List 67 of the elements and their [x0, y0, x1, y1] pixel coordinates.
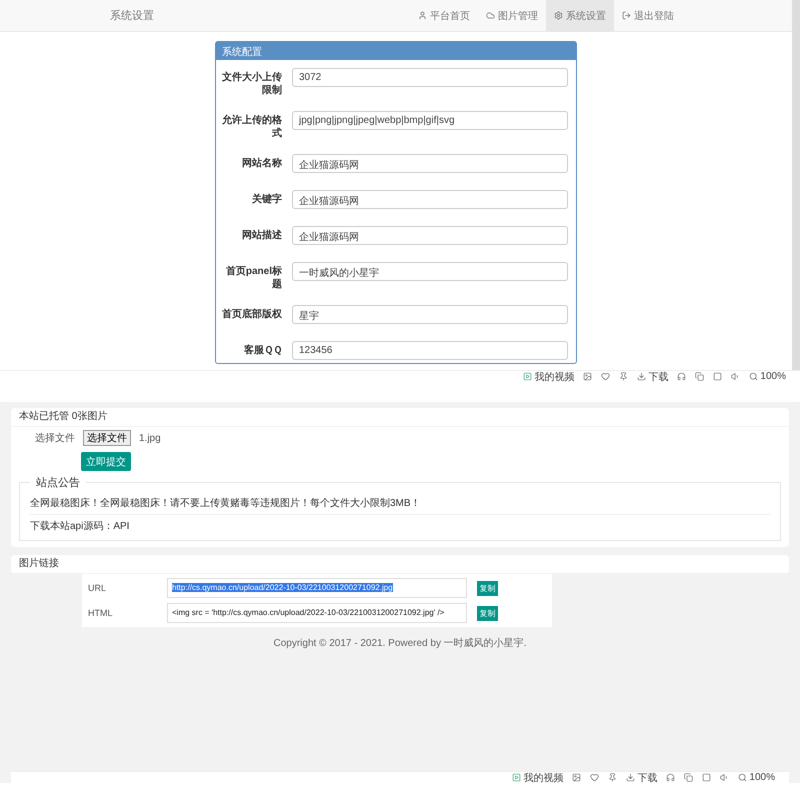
- input-field[interactable]: 企业猫源码网: [292, 190, 568, 209]
- navbar-brand: 系统设置: [110, 8, 155, 23]
- input-field[interactable]: 123456: [292, 341, 568, 360]
- nav-link[interactable]: 平台首页: [410, 0, 478, 32]
- copy-button[interactable]: 复制: [477, 580, 498, 596]
- pin-icon[interactable]: [619, 372, 628, 381]
- status-bar-label[interactable]: 下载: [648, 370, 668, 384]
- field-label: 文件大小上传限制: [221, 70, 282, 97]
- video-icon[interactable]: [523, 372, 532, 381]
- copy-icon[interactable]: [695, 372, 704, 381]
- status-bar-label[interactable]: 100%: [760, 371, 786, 382]
- settings-icon: [554, 11, 563, 20]
- card-title: 本站已托管 0张图片: [11, 408, 789, 427]
- zoom-icon[interactable]: [738, 773, 748, 782]
- zoom-icon[interactable]: [749, 372, 758, 381]
- field-label: 选择文件: [35, 432, 75, 445]
- input-field[interactable]: 企业猫源码网: [292, 226, 568, 245]
- field-label: 允许上传的格式: [221, 114, 282, 140]
- status-bar-label[interactable]: 我的视频: [523, 770, 564, 784]
- video-icon[interactable]: [512, 773, 522, 782]
- window-icon[interactable]: [702, 773, 712, 782]
- heart-icon[interactable]: [601, 372, 610, 381]
- field-label: 网站描述: [241, 228, 282, 242]
- copy-icon[interactable]: [684, 773, 694, 782]
- field-label: 网站名称: [241, 156, 282, 170]
- headphones-icon[interactable]: [666, 773, 676, 782]
- cloud-icon: [486, 11, 495, 20]
- nav-link[interactable]: 退出登陆: [614, 0, 682, 32]
- copy-button[interactable]: 复制: [477, 606, 498, 620]
- status-bar-label[interactable]: 我的视频: [534, 370, 574, 384]
- nav-link[interactable]: 系统设置: [546, 0, 614, 32]
- choose-file-button[interactable]: 选择文件: [83, 430, 131, 446]
- input-field[interactable]: 3072: [292, 68, 568, 87]
- input-field[interactable]: 企业猫源码网: [292, 154, 568, 173]
- user-icon: [418, 11, 427, 20]
- field-label: 客服ＱＱ: [243, 343, 282, 357]
- download-icon[interactable]: [626, 773, 636, 782]
- pin-icon[interactable]: [608, 773, 618, 782]
- file-name: 1.jpg: [139, 432, 161, 444]
- link-field[interactable]: <img src = 'http://cs.qymao.cn/upload/2022-10-03/2210031200271092.jpg' />: [167, 603, 467, 623]
- link-field[interactable]: http://cs.qymao.cn/upload/2022-10-03/2210031200271092.jpg: [167, 578, 467, 598]
- status-bar-label[interactable]: 100%: [749, 772, 775, 783]
- panel-title: 系统配置: [216, 42, 576, 60]
- status-bar-label[interactable]: 下载: [637, 770, 658, 784]
- submit-button[interactable]: 立即提交: [81, 452, 131, 471]
- field-label: 关键字: [251, 192, 282, 206]
- speaker-icon[interactable]: [731, 372, 740, 381]
- input-field[interactable]: 一时威风的小星宇: [292, 262, 568, 281]
- link-label: URL: [87, 583, 108, 593]
- heart-icon[interactable]: [590, 773, 600, 782]
- link-label: HTML: [87, 608, 114, 618]
- notice-text: 下载本站api源码：API: [30, 514, 770, 537]
- headphones-icon[interactable]: [677, 372, 686, 381]
- field-label: 首页panel标题: [224, 264, 282, 291]
- speaker-icon[interactable]: [720, 773, 730, 782]
- field-label: 首页底部版权: [221, 307, 282, 321]
- input-field[interactable]: 星宇: [292, 305, 568, 324]
- image-icon[interactable]: [583, 372, 592, 381]
- download-icon[interactable]: [637, 372, 646, 381]
- notice-text: 全网最稳图床！全网最稳图床！请不要上传黄赌毒等违规图片！每个文件大小限制3MB！: [30, 496, 422, 511]
- nav-link[interactable]: 图片管理: [478, 0, 546, 32]
- window-icon[interactable]: [713, 372, 722, 381]
- footer-text: Copyright © 2017 - 2021. Powered by 一时威风的小星宇.: [273, 638, 527, 649]
- notice-legend: 站点公告: [30, 475, 86, 490]
- image-icon[interactable]: [572, 773, 582, 782]
- logout-icon: [622, 11, 631, 20]
- input-field[interactable]: jpg|png|jpng|jpeg|webp|bmp|gif|svg: [292, 111, 568, 130]
